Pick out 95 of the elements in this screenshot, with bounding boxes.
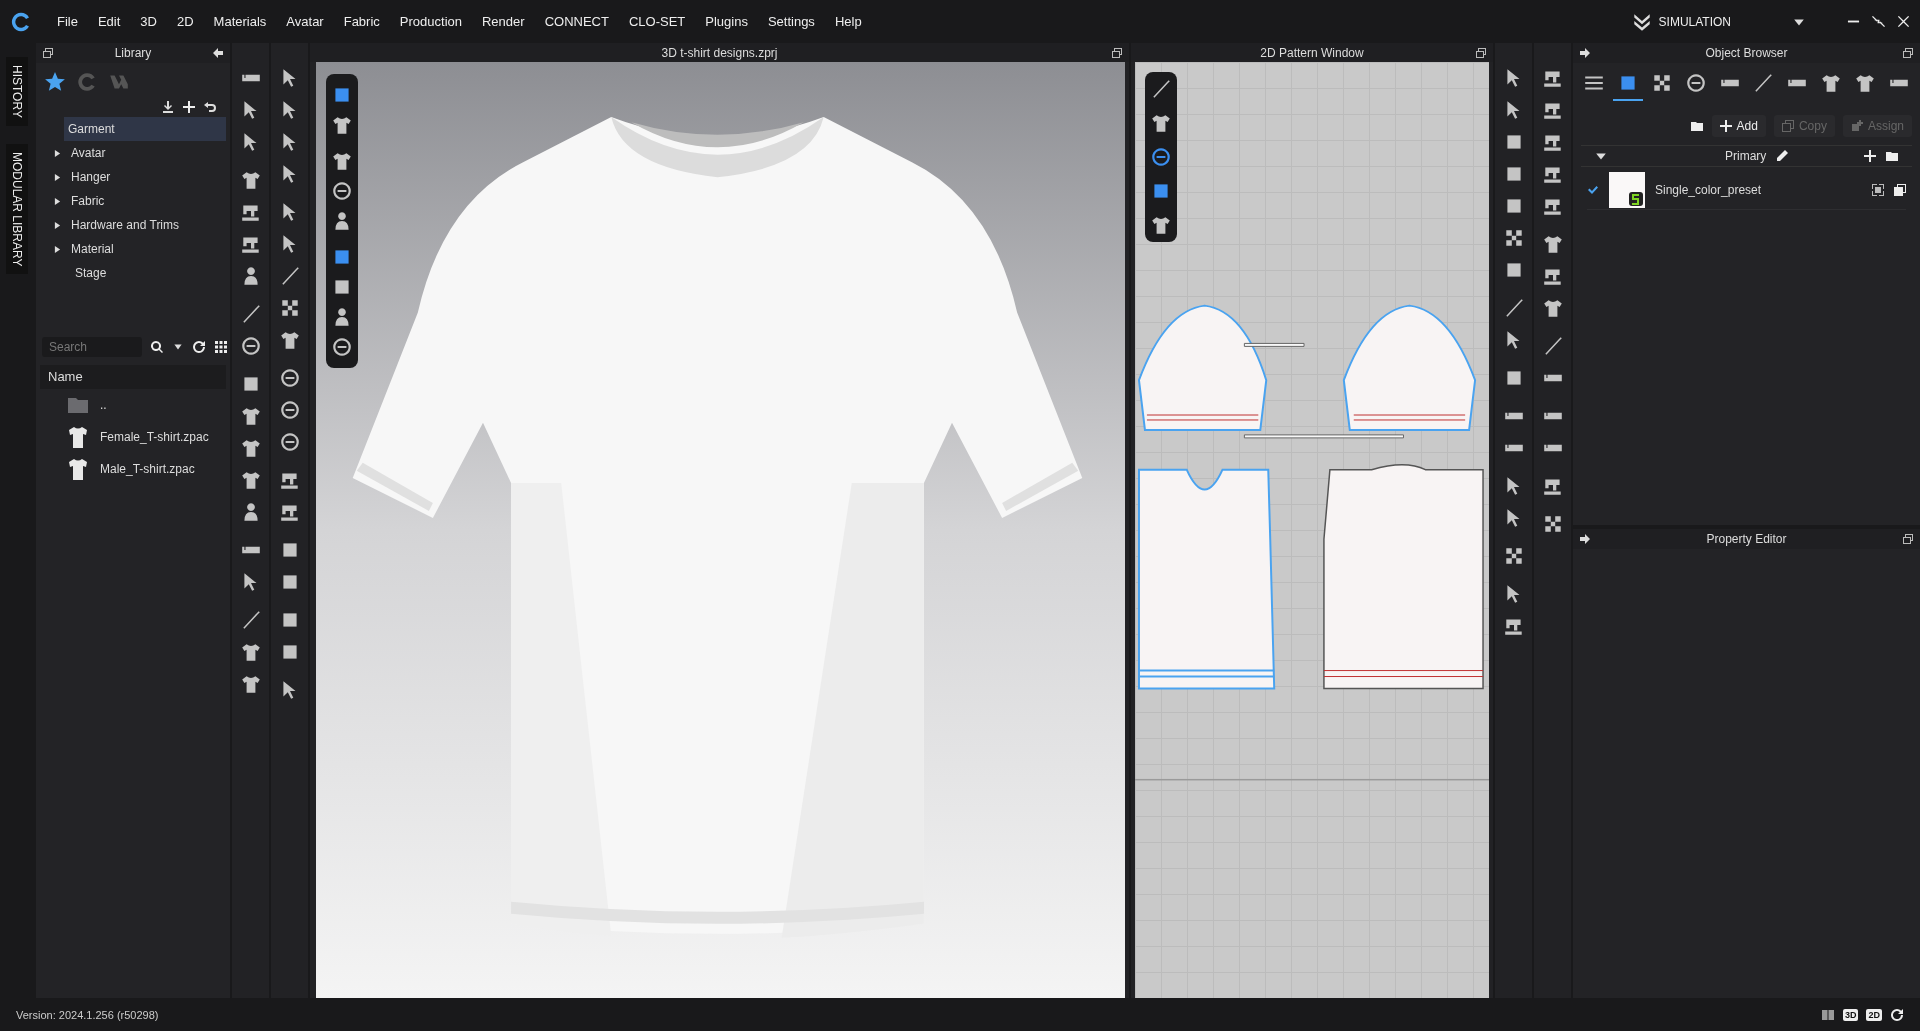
restore-icon[interactable] (1902, 47, 1914, 59)
shirt-icon[interactable] (1150, 214, 1172, 236)
restore-icon[interactable] (1902, 533, 1914, 545)
menu-item[interactable]: 2D (168, 10, 203, 33)
new-folder-icon[interactable] (1689, 119, 1704, 133)
action-button[interactable]: Add (1711, 115, 1766, 137)
library-source-tab[interactable] (44, 71, 66, 93)
restore-icon[interactable] (1111, 46, 1123, 59)
menu-item[interactable]: Plugins (696, 10, 757, 33)
library-tree-item[interactable]: Garment (64, 117, 226, 141)
library-tree-item[interactable]: Stage (54, 261, 226, 285)
expand-triangle-icon[interactable] (54, 221, 61, 229)
restore-icon[interactable] (1475, 46, 1487, 59)
shirt-icon[interactable] (278, 329, 301, 351)
shirt-icon[interactable] (1150, 112, 1172, 134)
menu-item[interactable]: File (48, 10, 87, 33)
library-tree-item[interactable]: Hardware and Trims (54, 213, 226, 237)
menu-item[interactable]: Edit (88, 10, 130, 33)
pencil-icon[interactable] (1776, 150, 1789, 162)
file-name[interactable]: Female_T-shirt.zpac (100, 430, 209, 444)
menu-item[interactable]: Production (390, 10, 471, 33)
logo-icon[interactable] (10, 10, 32, 33)
plus-icon[interactable] (1864, 150, 1876, 162)
shirt-icon[interactable] (1854, 72, 1876, 94)
c-logo-icon (76, 71, 98, 93)
split-view-icon[interactable] (1820, 1007, 1835, 1022)
swatch-thumbnail-icon (1609, 172, 1645, 208)
menu-item[interactable]: Fabric (334, 10, 389, 33)
library-tree-item[interactable]: Avatar (54, 141, 226, 165)
search-field[interactable]: Search (42, 337, 142, 357)
mode-label: SIMULATION (1658, 14, 1731, 29)
t-shirt-icon[interactable] (66, 457, 90, 481)
panel-title: Object Browser (1704, 46, 1789, 60)
menu-item[interactable]: Avatar (277, 10, 333, 33)
side-tab[interactable]: HISTORY (6, 57, 28, 126)
shirt-icon[interactable] (1541, 297, 1564, 319)
panel-title: Library (113, 46, 153, 60)
shirt-icon[interactable] (1541, 233, 1564, 255)
panel-title: 2D Pattern Window (1259, 45, 1365, 60)
version-label: Version: 2024.1.256 (r50298) (16, 1008, 159, 1021)
file-name[interactable]: Male_T-shirt.zpac (100, 462, 195, 476)
arrow-right-icon[interactable] (1579, 47, 1591, 59)
download-icon[interactable] (162, 101, 174, 113)
menu-item[interactable]: Help (825, 10, 871, 33)
shirt-icon[interactable] (331, 114, 353, 136)
library-tree-item[interactable]: Hanger (54, 165, 226, 189)
shirt-icon[interactable] (331, 150, 353, 172)
file-name[interactable]: .. (100, 398, 107, 412)
shirt-icon[interactable] (239, 641, 262, 663)
library-tree-item[interactable]: Fabric (54, 189, 226, 213)
preset-name: Single_color_preset (1655, 183, 1762, 197)
panel-title: Property Editor (1705, 532, 1788, 546)
shirt-icon[interactable] (1820, 72, 1843, 94)
viewport-title: 3D t-shirt designs.zprj (660, 45, 779, 60)
menu-item[interactable]: 3D (131, 10, 166, 33)
shirt-icon[interactable] (239, 469, 262, 491)
menu-item[interactable]: CLO-SET (619, 10, 695, 33)
restore-window-icon[interactable] (1872, 15, 1885, 28)
expand-triangle-icon[interactable] (54, 149, 61, 157)
duplicate-icon[interactable] (1894, 184, 1906, 196)
arrow-right-icon[interactable] (1579, 533, 1591, 545)
expand-triangle-icon[interactable] (54, 197, 61, 205)
column-header[interactable]: Name (40, 365, 226, 389)
copy-icon (1781, 120, 1794, 132)
expand-triangle-icon[interactable] (54, 245, 61, 253)
search-icon[interactable] (150, 340, 164, 354)
star-icon (44, 71, 66, 93)
menu-item[interactable]: Settings (758, 10, 824, 33)
close-icon[interactable] (1897, 15, 1910, 28)
side-tab[interactable]: MODULAR LIBRARY (6, 143, 28, 275)
view-button[interactable]: 3D (1842, 1008, 1859, 1021)
plus-icon[interactable] (183, 101, 195, 113)
view-button[interactable]: 2D (1866, 1008, 1882, 1021)
restore-icon[interactable] (42, 47, 54, 59)
menu-item[interactable]: Render (473, 10, 534, 33)
group-label: Primary (1725, 149, 1767, 163)
check-icon[interactable] (1587, 184, 1599, 196)
expand-triangle-icon[interactable] (54, 173, 61, 181)
menu-item[interactable]: CONNECT (535, 10, 618, 33)
shirt-icon[interactable] (239, 673, 262, 695)
t-shirt-icon[interactable] (66, 425, 90, 449)
plus-icon (1719, 120, 1732, 132)
assign-icon (1850, 120, 1863, 132)
shirt-icon[interactable] (239, 169, 262, 191)
preset-row[interactable]: Single_color_preset (1587, 171, 1906, 210)
folder-icon[interactable] (1886, 150, 1898, 162)
grid-view-icon[interactable] (214, 340, 228, 354)
undo-icon[interactable] (204, 101, 216, 113)
arrow-left-icon[interactable] (212, 47, 224, 59)
refresh-icon[interactable] (192, 340, 206, 354)
menu-item[interactable]: Materials (204, 10, 276, 33)
library-tree-item[interactable]: Material (54, 237, 226, 261)
shirt-icon[interactable] (239, 405, 262, 427)
refresh-icon[interactable] (1890, 1007, 1904, 1022)
shirt-icon[interactable] (239, 437, 262, 459)
